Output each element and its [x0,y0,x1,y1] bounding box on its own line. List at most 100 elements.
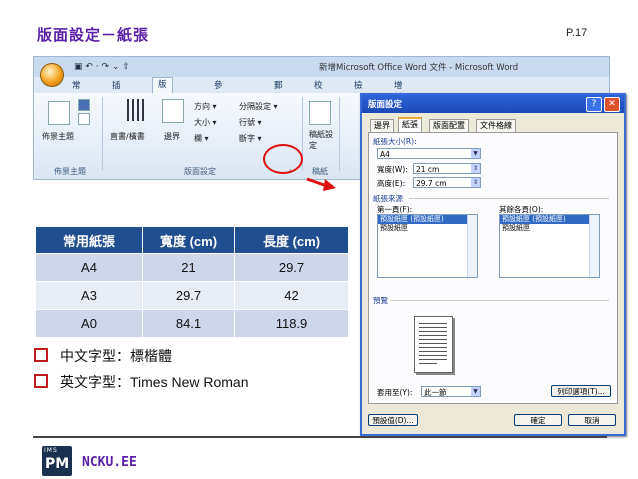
slide-title: 版面設定－紙張 [37,26,150,44]
width-spinner[interactable]: 21 cm ⇕ [413,163,481,174]
list-item[interactable]: 預設紙匣 [378,224,477,233]
apply-to-label: 套用至(Y): [377,388,413,397]
table-row: A0 84.1 118.9 [35,309,349,338]
list-item[interactable]: 預設紙匣 [500,224,599,233]
margins-label: 邊界 [164,132,180,141]
logo-main-text: PM [45,456,70,472]
bullet-label: 英文字型： [60,375,130,391]
spinner-arrows-icon[interactable]: ⇕ [471,178,480,187]
section-divider [409,198,609,199]
theme-group-label: 佈景主題 [54,167,86,176]
default-button[interactable]: 預設值(D)... [368,414,418,426]
width-value: 21 cm [416,165,440,174]
table-cell: A0 [35,309,143,338]
list-item[interactable]: 預設紙匣 (預設紙匣) [500,215,599,224]
cancel-button[interactable]: 取消 [568,414,616,426]
height-value: 29.7 cm [416,179,447,188]
scrollbar[interactable] [589,215,599,277]
chevron-down-icon: ▼ [471,149,480,158]
page-setup-dialog: 版面設定 ? ✕ 邊界 紙張 版面配置 文件格線 紙張大小(R): A4 ▼ 寬… [360,93,626,436]
highlight-circle [263,144,303,174]
theme-colors-icon[interactable] [78,99,90,111]
orientation-button[interactable]: 方向 ▾ [194,101,217,112]
manuscript-icon[interactable] [309,101,331,125]
checkbox-bullet-icon [34,374,48,388]
quick-access-toolbar[interactable]: ▣ ↶ · ↷ ⌄ ⇧ [74,62,130,72]
table-cell: 21 [142,253,235,282]
other-pages-tray-list[interactable]: 預設紙匣 (預設紙匣) 預設紙匣 [499,214,600,278]
table-header: 寬度 (cm) [142,226,235,254]
logo-top-text: IMS [44,447,58,454]
footer-org: NCKU.EE [82,455,137,470]
size-button[interactable]: 大小 ▾ [194,117,217,128]
paper-size-table: 常用紙張 寬度 (cm) 長度 (cm) A4 21 29.7 A3 29.7 … [35,226,349,338]
first-page-tray-list[interactable]: 預設紙匣 (預設紙匣) 預設紙匣 [377,214,478,278]
text-direction-icon[interactable] [127,99,147,121]
width-label: 寬度(W): [377,165,408,174]
print-options-button[interactable]: 列印選項(T)... [551,385,611,397]
manuscript-label: 稿紙設定 [309,130,333,150]
list-item[interactable]: 預設紙匣 (預設紙匣) [378,215,477,224]
help-button[interactable]: ? [586,97,602,112]
table-header: 常用紙張 [35,226,143,254]
bullet-chinese-font: 中文字型：標楷體 [34,346,172,366]
paper-size-value: A4 [380,150,390,159]
table-header-row: 常用紙張 寬度 (cm) 長度 (cm) [35,226,349,254]
chevron-down-icon: ▼ [471,387,480,396]
paper-source-section-label: 紙張來源 [373,194,403,203]
line-numbers-button[interactable]: 行號 ▾ [239,117,262,128]
table-row: A3 29.7 42 [35,281,349,310]
height-label: 高度(E): [377,179,406,188]
table-cell: 29.7 [142,281,235,310]
table-row: A4 21 29.7 [35,253,349,282]
table-header: 長度 (cm) [234,226,349,254]
bullet-english-font: 英文字型：Times New Roman [34,372,249,392]
apply-to-select[interactable]: 此一節 ▼ [421,386,481,397]
table-cell: 29.7 [234,253,349,282]
margins-icon[interactable] [162,99,184,123]
breaks-button[interactable]: 分隔設定 ▾ [239,101,278,112]
page-number: P.17 [566,27,588,39]
theme-label: 佈景主題 [42,132,74,141]
ok-button[interactable]: 確定 [514,414,562,426]
bullet-value: 標楷體 [130,349,172,365]
bullet-label: 中文字型： [60,349,130,365]
height-spinner[interactable]: 29.7 cm ⇕ [413,177,481,188]
dialog-title: 版面設定 [368,100,403,110]
paper-tab-panel: 紙張大小(R): A4 ▼ 寬度(W): 21 cm ⇕ 高度(E): 29.7… [368,132,618,404]
spinner-arrows-icon[interactable]: ⇕ [471,164,480,173]
group-divider [102,97,103,171]
paper-size-select[interactable]: A4 ▼ [377,148,481,159]
bullet-value: Times New Roman [130,374,249,390]
hyphenation-button[interactable]: 斷字 ▾ [239,133,262,144]
theme-icon[interactable] [48,101,70,125]
section-divider [391,300,609,301]
table-cell: 84.1 [142,309,235,338]
close-button[interactable]: ✕ [604,97,620,112]
theme-fonts-icon[interactable] [78,113,90,125]
office-button-icon[interactable] [40,63,64,87]
preview-section-label: 預覽 [373,296,388,305]
scrollbar[interactable] [467,215,477,277]
table-cell: 118.9 [234,309,349,338]
paper-size-section-label: 紙張大小(R): [373,137,417,146]
dialog-tab-margins[interactable]: 邊界 [370,119,394,132]
footer-divider [33,436,607,438]
page-preview [414,316,453,373]
dialog-tab-paper[interactable]: 紙張 [398,117,422,133]
red-arrow-icon [306,177,336,191]
table-cell: A3 [35,281,143,310]
apply-to-value: 此一節 [424,388,447,397]
text-direction-label: 直書/橫書 [110,132,145,141]
group-divider [339,97,340,171]
table-cell: 42 [234,281,349,310]
dialog-tab-doc-grid[interactable]: 文件格線 [476,119,516,132]
checkbox-bullet-icon [34,348,48,362]
page-setup-group-label: 版面設定 [184,167,216,176]
ribbon-tab-page-layout[interactable]: 版面配置 [152,77,173,135]
word-window-title: 新增Microsoft Office Word 文件 - Microsoft W… [319,63,519,73]
columns-button[interactable]: 欄 ▾ [194,133,209,144]
dialog-tab-layout[interactable]: 版面配置 [429,119,469,132]
table-cell: A4 [35,253,143,282]
ims-pm-logo: IMS PM [42,446,72,476]
